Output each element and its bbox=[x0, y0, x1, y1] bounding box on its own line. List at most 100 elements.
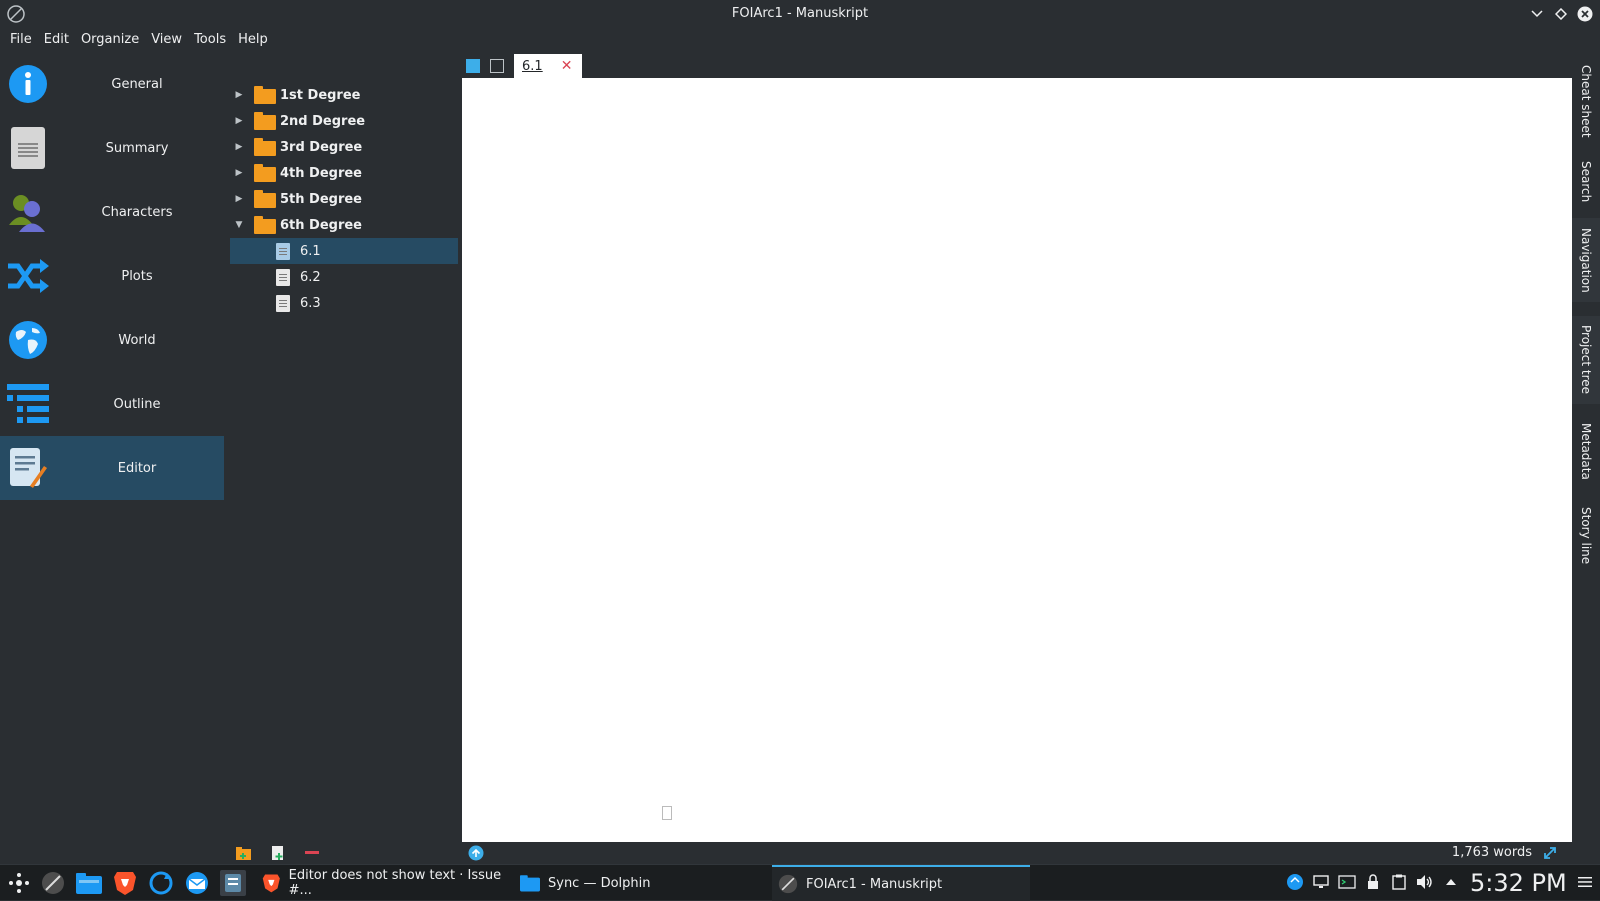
brave-browser-icon bbox=[262, 874, 280, 893]
tab-label: 6.1 bbox=[522, 58, 543, 74]
expand-arrow-icon[interactable]: ▶ bbox=[234, 194, 244, 204]
menu-edit[interactable]: Edit bbox=[38, 28, 75, 52]
folder-icon bbox=[254, 190, 276, 208]
sidebar-item-plots[interactable]: Plots bbox=[0, 244, 224, 308]
expand-arrow-icon[interactable]: ▶ bbox=[234, 90, 244, 100]
window-title: FOIArc1 - Manuskript bbox=[731, 6, 869, 21]
sidebar-item-general[interactable]: General bbox=[0, 52, 224, 116]
manuskript-launcher-icon[interactable] bbox=[40, 870, 66, 896]
sidebar-item-world[interactable]: World bbox=[0, 308, 224, 372]
sidebar-item-label: Editor bbox=[117, 460, 157, 476]
tree-folder-row[interactable]: ▶ 3rd Degree bbox=[230, 134, 458, 160]
add-folder-icon[interactable] bbox=[236, 845, 252, 861]
tab-search[interactable]: Search bbox=[1572, 154, 1600, 210]
remove-icon[interactable] bbox=[304, 845, 320, 861]
volume-icon[interactable] bbox=[1416, 873, 1434, 891]
tree-doc-row[interactable]: 6.3 bbox=[230, 290, 458, 316]
doc-label: 6.3 bbox=[300, 295, 321, 311]
folder-label: 1st Degree bbox=[280, 87, 361, 103]
hamburger-menu-icon[interactable] bbox=[1576, 873, 1594, 891]
tree-folder-row[interactable]: ▶ 2nd Degree bbox=[230, 108, 458, 134]
tree-folder-row[interactable]: ▼ 6th Degree bbox=[230, 212, 458, 238]
tab-label: Navigation bbox=[1579, 227, 1593, 293]
tab-label: Metadata bbox=[1579, 422, 1593, 480]
sidebar-item-summary[interactable]: Summary bbox=[0, 116, 224, 180]
brave-browser-icon[interactable] bbox=[112, 870, 138, 896]
menu-help[interactable]: Help bbox=[232, 28, 274, 52]
menu-tools[interactable]: Tools bbox=[188, 28, 232, 52]
clipboard-icon[interactable] bbox=[1390, 873, 1408, 891]
display-tray-icon[interactable] bbox=[1312, 873, 1330, 891]
sidebar-item-outline[interactable]: Outline bbox=[0, 372, 224, 436]
text-editor[interactable] bbox=[462, 78, 1572, 842]
text-cursor bbox=[662, 806, 672, 820]
document-icon bbox=[276, 269, 290, 286]
tab-label: Story line bbox=[1579, 507, 1593, 565]
sidebar-item-editor[interactable]: Editor bbox=[0, 436, 224, 500]
view-mode-icon[interactable] bbox=[466, 59, 480, 73]
menu-bar: File Edit Organize View Tools Help bbox=[0, 28, 1600, 52]
taskbar: Editor does not show text · Issue #... S… bbox=[0, 864, 1600, 901]
expand-icon[interactable] bbox=[1542, 845, 1558, 861]
characters-icon bbox=[6, 190, 50, 234]
tab-navigation[interactable]: Navigation bbox=[1572, 218, 1600, 302]
task-label: Sync — Dolphin bbox=[548, 875, 651, 891]
tab-metadata[interactable]: Metadata bbox=[1572, 414, 1600, 488]
doc-label: 6.2 bbox=[300, 269, 321, 285]
document-icon bbox=[276, 243, 290, 260]
expand-arrow-icon[interactable]: ▶ bbox=[234, 116, 244, 126]
folder-icon bbox=[254, 112, 276, 130]
clock[interactable]: 5:32 PM bbox=[1470, 869, 1567, 897]
close-window-button[interactable] bbox=[1576, 5, 1594, 23]
editor-tab-bar: 6.1 ✕ bbox=[462, 54, 583, 78]
task-dolphin[interactable]: Sync — Dolphin bbox=[516, 865, 768, 901]
editor-status-bar: 1,763 words bbox=[462, 842, 1572, 864]
file-manager-icon[interactable] bbox=[76, 870, 102, 896]
tab-6-1[interactable]: 6.1 ✕ bbox=[514, 54, 583, 78]
doc-label: 6.1 bbox=[300, 243, 321, 259]
collapse-arrow-icon[interactable]: ▼ bbox=[234, 220, 244, 230]
minimize-button[interactable] bbox=[1528, 5, 1546, 23]
tab-cheat-sheet[interactable]: Cheat sheet bbox=[1572, 54, 1600, 148]
tab-project-tree[interactable]: Project tree bbox=[1572, 316, 1600, 404]
lock-icon[interactable] bbox=[1364, 873, 1382, 891]
arrow-up-circle-icon[interactable] bbox=[468, 845, 484, 861]
expand-arrow-icon[interactable]: ▶ bbox=[234, 168, 244, 178]
tree-doc-row[interactable]: 6.2 bbox=[230, 264, 458, 290]
task-browser[interactable]: Editor does not show text · Issue #... bbox=[256, 865, 512, 901]
task-label: FOIArc1 - Manuskript bbox=[806, 876, 943, 892]
mail-client-icon[interactable] bbox=[184, 870, 210, 896]
app-launcher-icon[interactable] bbox=[6, 870, 32, 896]
terminal-tray-icon[interactable] bbox=[1338, 873, 1356, 891]
close-tab-icon[interactable]: ✕ bbox=[561, 58, 573, 74]
task-manuskript[interactable]: FOIArc1 - Manuskript bbox=[772, 865, 1030, 901]
sync-app-icon[interactable] bbox=[148, 870, 174, 896]
folder-icon bbox=[254, 138, 276, 156]
expand-arrow-icon[interactable]: ▶ bbox=[234, 142, 244, 152]
tab-story-line[interactable]: Story line bbox=[1572, 500, 1600, 572]
add-document-icon[interactable] bbox=[270, 845, 286, 861]
menu-view[interactable]: View bbox=[145, 28, 188, 52]
title-bar: FOIArc1 - Manuskript bbox=[0, 0, 1600, 28]
tree-folder-row[interactable]: ▶ 4th Degree bbox=[230, 160, 458, 186]
menu-organize[interactable]: Organize bbox=[75, 28, 145, 52]
menu-file[interactable]: File bbox=[4, 28, 38, 52]
maximize-button[interactable] bbox=[1552, 5, 1570, 23]
fullscreen-toggle-icon[interactable] bbox=[490, 59, 504, 73]
system-monitor-icon[interactable] bbox=[220, 870, 246, 896]
sidebar-item-label: Summary bbox=[105, 140, 169, 156]
folder-icon bbox=[254, 86, 276, 104]
tree-folder-row[interactable]: ▶ 5th Degree bbox=[230, 186, 458, 212]
tray-expand-icon[interactable] bbox=[1442, 873, 1460, 891]
outline-icon bbox=[6, 382, 50, 426]
project-tree: ▶ 1st Degree ▶ 2nd Degree ▶ 3rd Degree ▶… bbox=[230, 82, 458, 842]
folder-label: 3rd Degree bbox=[280, 139, 363, 155]
sidebar-item-characters[interactable]: Characters bbox=[0, 180, 224, 244]
tree-doc-row[interactable]: 6.1 bbox=[230, 238, 458, 264]
task-label: Editor does not show text · Issue #... bbox=[288, 868, 502, 898]
sync-tray-icon[interactable] bbox=[1286, 873, 1304, 891]
close-icon bbox=[1577, 6, 1593, 22]
summary-icon bbox=[6, 126, 50, 170]
tree-folder-row[interactable]: ▶ 1st Degree bbox=[230, 82, 458, 108]
globe-icon bbox=[6, 318, 50, 362]
